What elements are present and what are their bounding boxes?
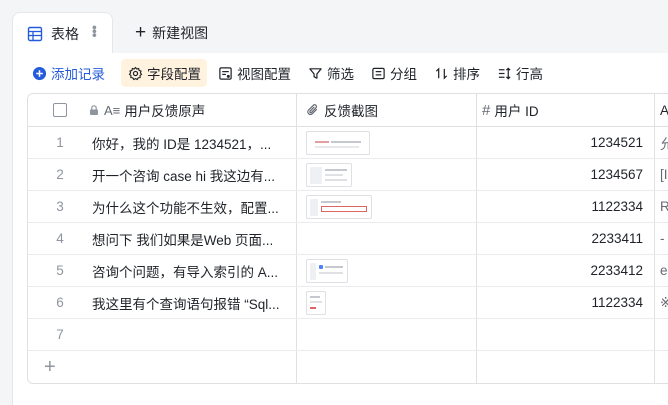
group-icon — [370, 65, 386, 81]
gear-icon — [127, 65, 143, 81]
column-header-user-id[interactable]: # 用户 ID — [482, 94, 652, 126]
extra-cell[interactable]: e — [656, 255, 668, 286]
column-label: A — [660, 103, 668, 118]
group-label: 分组 — [390, 67, 417, 82]
plus-icon: + — [44, 355, 56, 378]
row-number: 1 — [56, 135, 64, 150]
user-id-cell[interactable]: 1122334 — [477, 287, 649, 318]
row-height-label: 行高 — [516, 67, 543, 82]
field-config-button[interactable]: 字段配置 — [121, 59, 207, 87]
table-row[interactable]: 1 你好，我的 ID是 1234521，... 1234521 允 — [28, 127, 668, 159]
table-row[interactable]: 4 想问下 我们如果是Web 页面... 2233411 - — [28, 223, 668, 255]
data-grid: A≡ 用户反馈原声 反馈截图 # 用户 ID A — [27, 93, 668, 384]
feedback-cell[interactable]: 为什么这个功能不生效，配置... — [92, 191, 296, 222]
user-id-cell[interactable]: 1122334 — [477, 191, 649, 222]
table-panel: 添加记录 字段配置 视图配置 筛选 分组 排序 行高 A≡ 用户反馈原声 反馈截… — [12, 53, 668, 405]
feedback-cell[interactable]: 开一个咨询 case hi 我这边有... — [92, 159, 296, 190]
attachment-icon — [306, 103, 320, 117]
filter-label: 筛选 — [327, 67, 354, 82]
header-row: A≡ 用户反馈原声 反馈截图 # 用户 ID A — [28, 94, 668, 127]
table-row[interactable]: 6 我这里有个查询语句报错 “Sql... 1122334 ※ — [28, 287, 668, 319]
new-view-label: 新建视图 — [152, 25, 209, 41]
row-height-icon — [496, 65, 512, 81]
number-field-icon: # — [482, 101, 491, 119]
view-config-icon — [217, 65, 233, 81]
row-number: 5 — [56, 263, 64, 278]
group-button[interactable]: 分组 — [364, 59, 423, 87]
table-row[interactable]: 3 为什么这个功能不生效，配置... 1122334 R — [28, 191, 668, 223]
screenshot-cell[interactable] — [298, 255, 476, 286]
plus-icon: + — [135, 22, 147, 43]
add-circle-icon — [31, 65, 47, 81]
row-number: 6 — [56, 295, 64, 310]
screenshot-cell[interactable] — [298, 191, 476, 222]
grid-view-icon — [27, 26, 43, 42]
user-id-cell[interactable]: 1234567 — [477, 159, 649, 190]
app-frame: 表格 ••• + 新建视图 添加记录 字段配置 视图配置 筛选 分组 排序 行高… — [0, 0, 668, 405]
filter-button[interactable]: 筛选 — [301, 59, 360, 87]
screenshot-thumbnail[interactable] — [306, 290, 326, 315]
view-tab-bar: 表格 ••• + 新建视图 — [12, 12, 668, 54]
more-vertical-icon[interactable]: ••• — [87, 25, 103, 37]
sort-icon — [433, 65, 449, 81]
select-all-checkbox[interactable] — [28, 94, 92, 126]
table-row[interactable]: 2 开一个咨询 case hi 我这边有... 1234567 [I — [28, 159, 668, 191]
screenshot-cell[interactable] — [298, 127, 476, 158]
row-number: 2 — [56, 167, 64, 182]
row-number: 3 — [56, 199, 64, 214]
row-number: 7 — [56, 327, 64, 342]
column-header-screenshot[interactable]: 反馈截图 — [298, 94, 476, 126]
table-row[interactable]: 5 咨询个问题，有导入索引的 A... 2233412 e — [28, 255, 668, 287]
feedback-cell[interactable]: 我这里有个查询语句报错 “Sql... — [92, 287, 296, 318]
extra-cell[interactable]: R — [656, 191, 668, 222]
filter-icon — [307, 65, 323, 81]
lock-icon — [88, 104, 100, 116]
extra-cell[interactable] — [656, 319, 668, 350]
extra-cell[interactable]: 允 — [656, 127, 668, 158]
toolbar: 添加记录 字段配置 视图配置 筛选 分组 排序 行高 — [29, 59, 553, 87]
column-header-extra[interactable]: A — [656, 94, 668, 126]
add-row-button[interactable]: + — [28, 351, 668, 383]
feedback-cell[interactable]: 你好，我的 ID是 1234521，... — [92, 127, 296, 158]
user-id-cell[interactable] — [477, 319, 649, 350]
user-id-cell[interactable]: 2233412 — [477, 255, 649, 286]
row-number: 4 — [56, 231, 64, 246]
feedback-cell[interactable]: 想问下 我们如果是Web 页面... — [92, 223, 296, 254]
field-config-label: 字段配置 — [147, 67, 201, 82]
screenshot-thumbnail[interactable] — [306, 162, 352, 187]
extra-cell[interactable]: [I — [656, 159, 668, 190]
tab-label: 表格 — [51, 25, 79, 42]
user-id-cell[interactable]: 2233411 — [477, 223, 649, 254]
text-field-icon: A≡ — [104, 102, 121, 118]
screenshot-cell[interactable] — [298, 223, 476, 254]
new-view-button[interactable]: + 新建视图 — [113, 12, 208, 54]
add-record-label: 添加记录 — [51, 67, 105, 82]
view-config-label: 视图配置 — [237, 67, 291, 82]
screenshot-thumbnail[interactable] — [306, 258, 348, 283]
screenshot-cell[interactable] — [298, 159, 476, 190]
column-label: 反馈截图 — [324, 104, 378, 119]
view-config-button[interactable]: 视图配置 — [211, 59, 297, 87]
add-record-button[interactable]: 添加记录 — [29, 59, 111, 87]
table-row[interactable]: 7 — [28, 319, 668, 351]
screenshot-thumbnail[interactable] — [306, 130, 370, 155]
screenshot-thumbnail[interactable] — [306, 194, 372, 219]
tab-grid-view[interactable]: 表格 ••• — [12, 12, 113, 54]
column-label: 用户反馈原声 — [124, 104, 206, 119]
screenshot-cell[interactable] — [298, 319, 476, 350]
feedback-cell[interactable]: 咨询个问题，有导入索引的 A... — [92, 255, 296, 286]
feedback-cell[interactable] — [92, 319, 296, 350]
row-height-button[interactable]: 行高 — [490, 59, 549, 87]
extra-cell[interactable]: - — [656, 223, 668, 254]
sort-button[interactable]: 排序 — [427, 59, 486, 87]
sort-label: 排序 — [453, 67, 480, 82]
column-header-feedback[interactable]: A≡ 用户反馈原声 — [88, 94, 292, 126]
column-label: 用户 ID — [494, 104, 539, 119]
screenshot-cell[interactable] — [298, 287, 476, 318]
user-id-cell[interactable]: 1234521 — [477, 127, 649, 158]
extra-cell[interactable]: ※ — [656, 287, 668, 318]
